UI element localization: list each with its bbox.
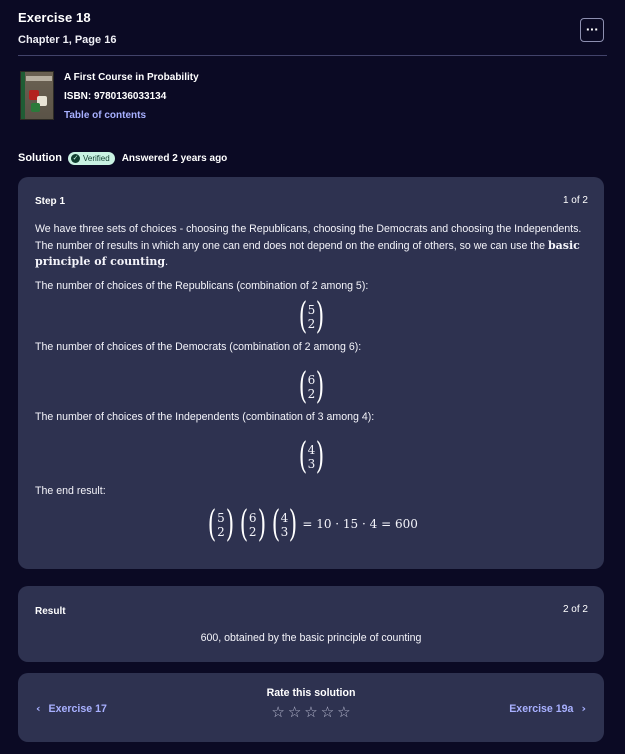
verified-badge: ✓ Verified	[68, 151, 115, 165]
next-exercise-link[interactable]: Exercise 19a ›	[509, 702, 586, 715]
rate-title: Rate this solution	[266, 687, 356, 699]
more-options-button[interactable]: ···	[580, 18, 604, 42]
end-result-text: The end result:	[35, 484, 106, 497]
verified-label: Verified	[83, 153, 110, 163]
check-circle-icon: ✓	[71, 153, 80, 163]
democrats-text: The number of choices of the Democrats (…	[35, 341, 362, 354]
solution-header: Solution ✓ Verified Answered 2 years ago	[18, 151, 227, 165]
result-title: Result	[35, 606, 66, 617]
step-counter: 1 of 2	[562, 195, 588, 206]
step-intro: We have three sets of choices - choosing…	[35, 223, 582, 269]
step-title: Step 1	[35, 196, 66, 207]
result-text: 600, obtained by the basic principle of …	[200, 632, 422, 644]
chevron-right-icon: ›	[581, 702, 586, 715]
navigation-card: ‹ Exercise 17 Rate this solution ☆ ☆ ☆ ☆…	[18, 673, 604, 742]
table-of-contents-link[interactable]: Table of contents	[64, 110, 364, 121]
next-exercise-label: Exercise 19a	[509, 702, 574, 715]
page-header: Exercise 18 Chapter 1, Page 16 ···	[18, 10, 607, 56]
democrats-formula: (6 2)	[298, 365, 325, 407]
star-icon[interactable]: ☆	[321, 703, 334, 721]
answered-time: Answered 2 years ago	[121, 152, 228, 164]
independents-formula: (4 3)	[298, 435, 325, 477]
republicans-text: The number of choices of the Republicans…	[35, 279, 369, 292]
solution-label: Solution	[18, 152, 62, 164]
header-divider	[18, 55, 607, 56]
star-icon[interactable]: ☆	[304, 703, 317, 721]
book-isbn: ISBN: 9780136033134	[64, 91, 167, 102]
result-counter: 2 of 2	[562, 604, 588, 615]
end-result-equation: = 10 · 15 · 4 = 600	[302, 517, 418, 532]
step-card: Step 1 1 of 2 We have three sets of choi…	[18, 177, 604, 569]
end-result-formula: (5 2) (6 2) (4 3) = 10 · 15 · 4 = 600	[207, 504, 418, 546]
result-card: Result 2 of 2 600, obtained by the basic…	[18, 586, 604, 662]
independents-text: The number of choices of the Independent…	[35, 410, 375, 423]
republicans-formula: (5 2)	[298, 296, 325, 338]
exercise-subtitle: Chapter 1, Page 16	[18, 34, 117, 46]
star-icon[interactable]: ☆	[288, 703, 301, 721]
book-title[interactable]: A First Course in Probability	[64, 72, 364, 83]
step-body: We have three sets of choices - choosing…	[35, 222, 588, 546]
exercise-title: Exercise 18	[18, 10, 91, 25]
star-icon[interactable]: ☆	[271, 703, 284, 721]
book-cover-image[interactable]	[20, 71, 54, 120]
star-icon[interactable]: ☆	[337, 703, 350, 721]
